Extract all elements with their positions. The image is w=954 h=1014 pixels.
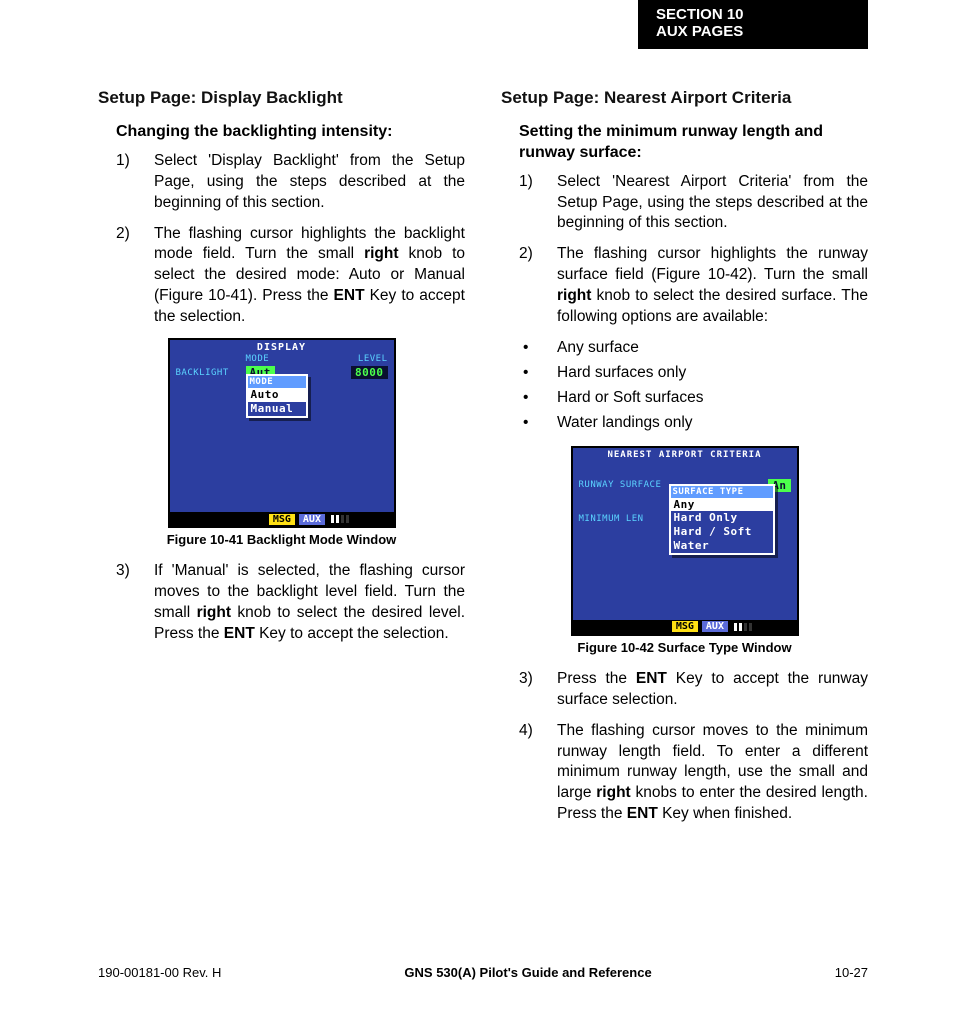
- popup-opt-water: Water: [671, 539, 773, 553]
- right-column: Setup Page: Nearest Airport Criteria Set…: [501, 88, 868, 835]
- step-number: 1): [519, 172, 533, 193]
- step-number: 3): [519, 669, 533, 690]
- msg-indicator: MSG: [672, 621, 698, 632]
- left-column: Setup Page: Display Backlight Changing t…: [98, 88, 465, 835]
- page-dots: [331, 515, 349, 523]
- step-text: Press the ENT Key to accept the runway s…: [557, 670, 868, 708]
- right-heading: Setup Page: Nearest Airport Criteria: [501, 88, 868, 108]
- popup-header: SURFACE TYPE: [671, 486, 773, 498]
- surface-popup: SURFACE TYPE Any Hard Only Hard / Soft W…: [669, 484, 775, 555]
- gps-col-mode: MODE: [246, 354, 306, 364]
- footer-title: GNS 530(A) Pilot's Guide and Reference: [404, 965, 651, 980]
- footer-rev: 190-00181-00 Rev. H: [98, 965, 221, 980]
- row-label: BACKLIGHT: [176, 368, 246, 378]
- gps-screen: NEAREST AIRPORT CRITERIA RUNWAY SURFACE …: [573, 448, 797, 620]
- popup-opt-hardsoft: Hard / Soft: [671, 525, 773, 539]
- bullet-icon: •: [523, 413, 528, 434]
- right-step-4: 4) The flashing cursor moves to the mini…: [519, 721, 868, 826]
- bullet-any: •Any surface: [519, 338, 868, 359]
- popup-opt-any: Any: [671, 498, 773, 512]
- left-heading: Setup Page: Display Backlight: [98, 88, 465, 108]
- figure-10-42-caption: Figure 10-42 Surface Type Window: [501, 640, 868, 655]
- section-tab-line2: AUX PAGES: [656, 23, 850, 40]
- step-text: The flashing cursor moves to the minimum…: [557, 722, 868, 823]
- left-subheading: Changing the backlighting intensity:: [116, 122, 465, 143]
- step-text: The flashing cursor highlights the runwa…: [557, 245, 868, 325]
- step-number: 2): [519, 244, 533, 265]
- step-number: 1): [116, 151, 130, 172]
- right-step-2: 2) The flashing cursor highlights the ru…: [519, 244, 868, 328]
- left-step-2: 2) The flashing cursor highlights the ba…: [116, 224, 465, 329]
- row-label: MINIMUM LEN: [579, 514, 669, 524]
- bullet-hard: •Hard surfaces only: [519, 363, 868, 384]
- step-number: 2): [116, 224, 130, 245]
- figure-10-41-caption: Figure 10-41 Backlight Mode Window: [98, 532, 465, 547]
- left-step-1: 1) Select 'Display Backlight' from the S…: [116, 151, 465, 214]
- level-value: 8000: [351, 366, 388, 379]
- step-text: If 'Manual' is selected, the flashing cu…: [154, 562, 465, 642]
- step-text: The flashing cursor highlights the backl…: [154, 225, 465, 326]
- section-tab: SECTION 10 AUX PAGES: [638, 0, 868, 49]
- gps-screen: DISPLAY MODE LEVEL BACKLIGHT Aut 8000 MO…: [170, 340, 394, 512]
- bullet-icon: •: [523, 388, 528, 409]
- step-text: Select 'Display Backlight' from the Setu…: [154, 152, 465, 211]
- left-step-3: 3) If 'Manual' is selected, the flashing…: [116, 561, 465, 645]
- gps-title: DISPLAY: [170, 340, 394, 354]
- page-footer: 190-00181-00 Rev. H GNS 530(A) Pilot's G…: [98, 965, 868, 980]
- mode-popup: MODE Auto Manual: [246, 374, 308, 418]
- right-step-1: 1) Select 'Nearest Airport Criteria' fro…: [519, 172, 868, 235]
- aux-indicator: AUX: [702, 621, 728, 632]
- popup-opt-manual: Manual: [248, 402, 306, 416]
- right-subheading: Setting the minimum runway length and ru…: [519, 122, 868, 164]
- popup-opt-hard: Hard Only: [671, 511, 773, 525]
- step-number: 3): [116, 561, 130, 582]
- popup-opt-auto: Auto: [248, 388, 306, 402]
- popup-header: MODE: [248, 376, 306, 388]
- page-dots: [734, 623, 752, 631]
- aux-indicator: AUX: [299, 514, 325, 525]
- bullet-icon: •: [523, 338, 528, 359]
- step-text: Select 'Nearest Airport Criteria' from t…: [557, 173, 868, 232]
- content-area: Setup Page: Display Backlight Changing t…: [98, 88, 868, 835]
- gps-header-row: MODE LEVEL: [170, 354, 394, 364]
- footer-page: 10-27: [835, 965, 868, 980]
- figure-10-41: DISPLAY MODE LEVEL BACKLIGHT Aut 8000 MO…: [168, 338, 396, 528]
- gps-col-level: LEVEL: [358, 354, 388, 364]
- gps-status-bar: MSG AUX: [170, 512, 394, 526]
- step-number: 4): [519, 721, 533, 742]
- right-step-3: 3) Press the ENT Key to accept the runwa…: [519, 669, 868, 711]
- section-tab-line1: SECTION 10: [656, 6, 850, 23]
- figure-10-42: NEAREST AIRPORT CRITERIA RUNWAY SURFACE …: [571, 446, 799, 636]
- gps-title: NEAREST AIRPORT CRITERIA: [573, 448, 797, 461]
- gps-status-bar: MSG AUX: [573, 620, 797, 634]
- bullet-hard-soft: •Hard or Soft surfaces: [519, 388, 868, 409]
- bullet-water: •Water landings only: [519, 413, 868, 434]
- msg-indicator: MSG: [269, 514, 295, 525]
- bullet-icon: •: [523, 363, 528, 384]
